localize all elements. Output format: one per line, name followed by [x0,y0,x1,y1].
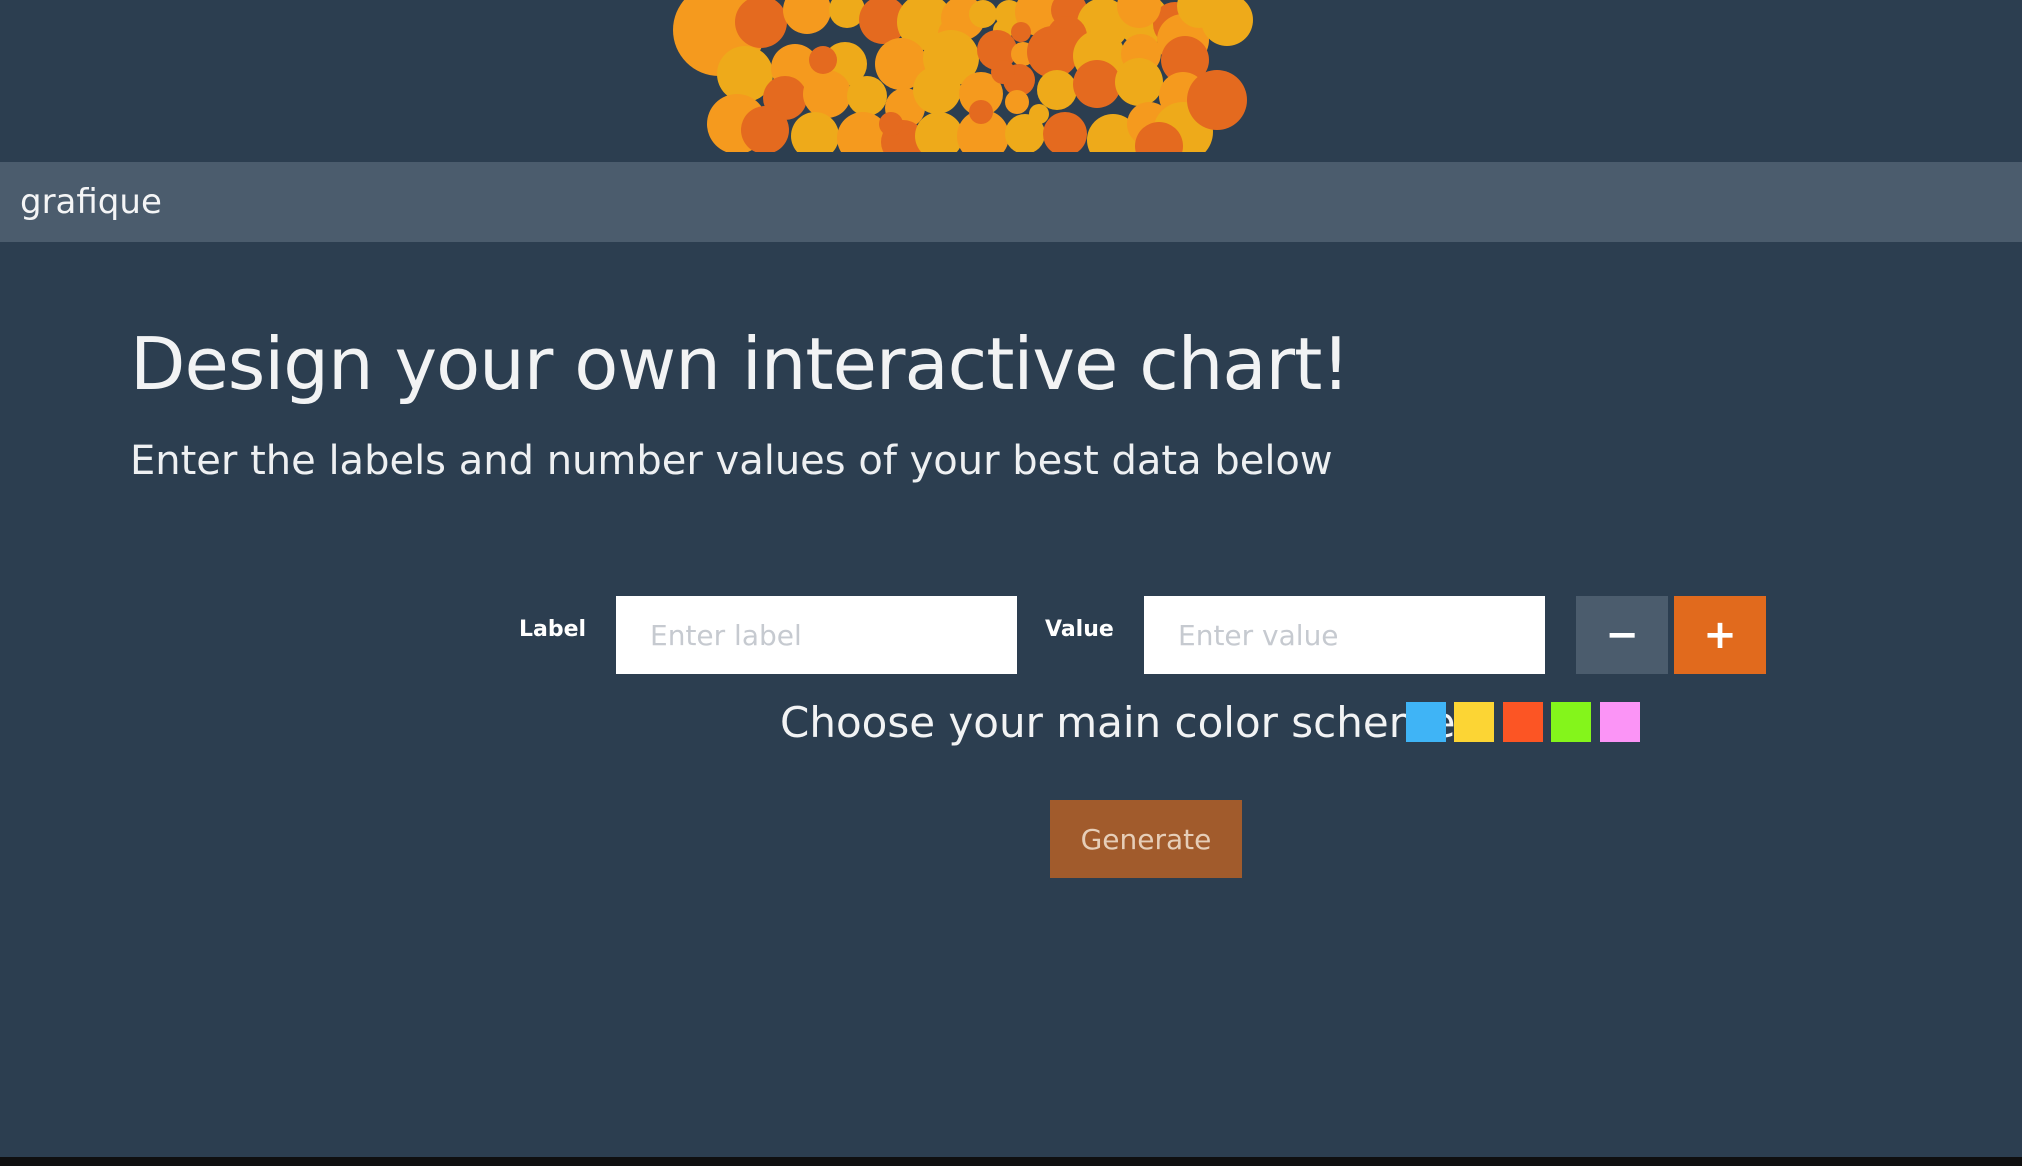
color-scheme-label: Choose your main color scheme: [780,698,1470,747]
bubble [969,0,997,28]
color-swatch-green[interactable] [1551,702,1591,742]
value-field-label: Value [1045,617,1114,642]
bubble [803,70,851,118]
bubble [1037,70,1077,110]
page-title: Design your own interactive chart! [130,322,1350,406]
brand-logo[interactable]: grafique [20,162,162,242]
color-swatch-pink[interactable] [1600,702,1640,742]
bubble [969,100,993,124]
color-swatch-red[interactable] [1503,702,1543,742]
bubble-cutoff [0,152,2022,162]
bubble [991,60,1015,84]
page-subtitle: Enter the labels and number values of yo… [130,438,1333,484]
value-input[interactable] [1144,596,1545,674]
label-field-label: Label [519,617,587,642]
navbar: grafique [0,162,2022,242]
remove-row-button[interactable]: − [1576,596,1668,674]
bubble [1073,60,1121,108]
bubble [1043,112,1087,156]
hero-bubbles-graphic [0,0,2022,162]
bubble [809,46,837,74]
footer-strip [0,1157,2022,1166]
bubble [1027,26,1079,78]
color-swatch-blue[interactable] [1406,702,1446,742]
color-swatch-yellow[interactable] [1454,702,1494,742]
bubble [1115,58,1163,106]
bubble [1005,90,1029,114]
generate-button[interactable]: Generate [1050,800,1242,878]
bubble [1011,22,1031,42]
bubble [913,66,961,114]
add-row-button[interactable]: + [1674,596,1766,674]
bubble [741,106,789,154]
bubble [1187,70,1247,130]
bubble [879,112,903,136]
bubble [847,76,887,116]
bubble [783,0,831,34]
label-input[interactable] [616,596,1017,674]
bubble [1029,104,1049,124]
